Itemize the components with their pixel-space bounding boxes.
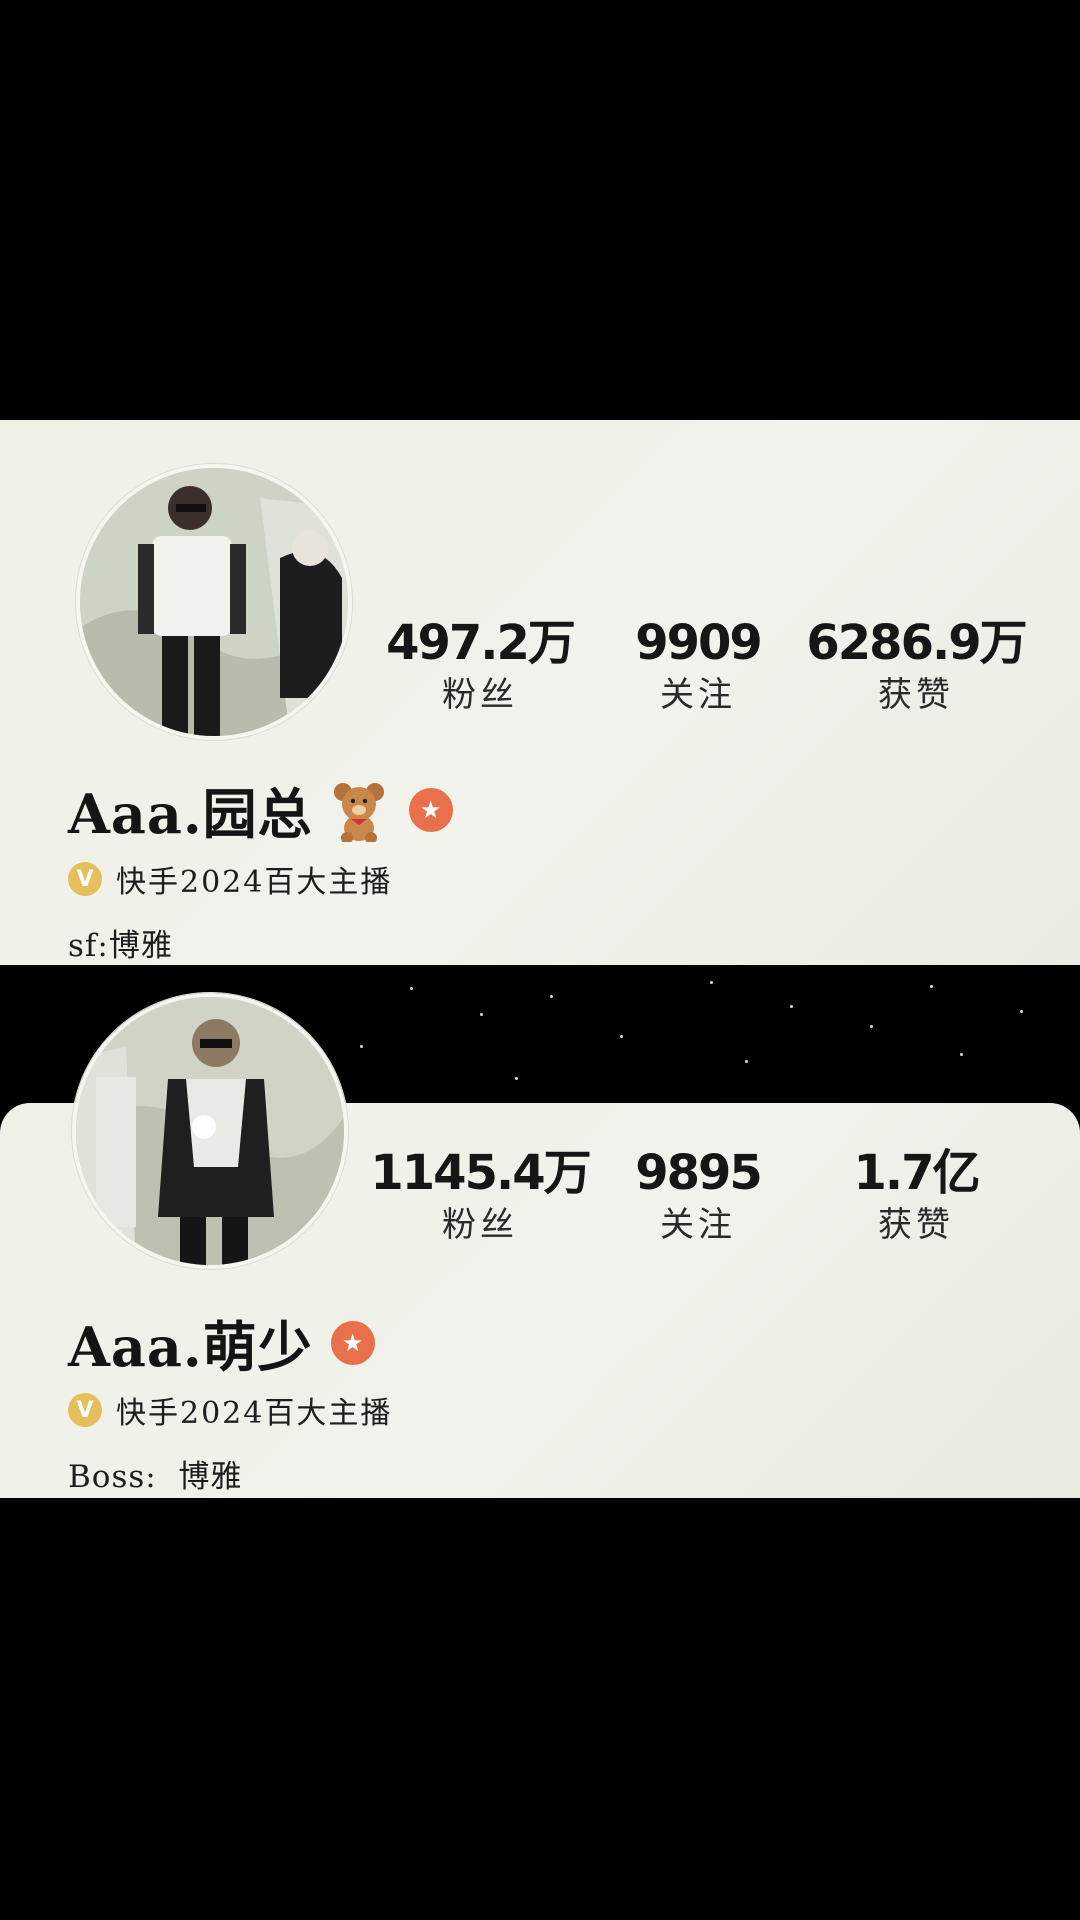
star-dot xyxy=(550,995,553,998)
followers-stat[interactable]: 497.2万 粉丝 xyxy=(370,615,590,719)
likes-count: 6286.9万 xyxy=(806,615,1027,671)
following-count: 9895 xyxy=(635,1145,763,1201)
followers-label: 粉丝 xyxy=(442,675,518,715)
profile-card-1: 497.2万 粉丝 9909 关注 6286.9万 获赞 Aaa.园总 ★ V … xyxy=(0,420,1080,965)
avatar-photo xyxy=(80,468,348,736)
verified-text: 快手2024百大主播 xyxy=(116,865,393,900)
verified-icon: V xyxy=(68,862,102,896)
star-dot xyxy=(790,1005,793,1008)
star-dot xyxy=(515,1077,518,1080)
star-dot xyxy=(960,1053,963,1056)
following-label: 关注 xyxy=(660,675,736,715)
star-dot xyxy=(710,981,713,984)
star-dot xyxy=(360,1045,363,1048)
star-dot xyxy=(745,1060,748,1063)
followers-count: 497.2万 xyxy=(386,615,576,671)
likes-label: 获赞 xyxy=(878,675,954,715)
following-count: 9909 xyxy=(635,615,763,671)
verified-icon: V xyxy=(68,1393,102,1427)
likes-label: 获赞 xyxy=(878,1205,954,1245)
followers-count: 1145.4万 xyxy=(370,1145,591,1201)
profile-name: Aaa.萌少 xyxy=(68,1315,313,1379)
star-dot xyxy=(870,1025,873,1028)
following-stat[interactable]: 9895 关注 xyxy=(588,1145,808,1249)
name-row: Aaa.萌少 ★ xyxy=(68,1303,375,1382)
name-row: Aaa.园总 ★ xyxy=(68,770,453,849)
followers-stat[interactable]: 1145.4万 粉丝 xyxy=(370,1145,591,1249)
avatar-photo xyxy=(76,997,344,1265)
bio: sf:博雅 xyxy=(68,928,173,964)
star-dot xyxy=(620,1035,623,1038)
avatar[interactable] xyxy=(76,464,352,740)
likes-stat[interactable]: 6286.9万 获赞 xyxy=(806,615,1027,719)
following-label: 关注 xyxy=(660,1205,736,1245)
profile-name: Aaa.园总 xyxy=(68,782,313,846)
followers-label: 粉丝 xyxy=(442,1205,518,1245)
likes-count: 1.7亿 xyxy=(853,1145,980,1201)
avatar[interactable] xyxy=(72,993,348,1269)
verified-text: 快手2024百大主播 xyxy=(116,1396,393,1431)
verified-row: V 快手2024百大主播 xyxy=(68,1388,392,1432)
following-stat[interactable]: 9909 关注 xyxy=(588,615,808,719)
star-dot xyxy=(480,1013,483,1016)
star-dot xyxy=(410,987,413,990)
verified-row: V 快手2024百大主播 xyxy=(68,857,392,901)
teddy-bear-icon xyxy=(333,782,384,842)
star-badge-icon[interactable]: ★ xyxy=(408,787,453,832)
likes-stat[interactable]: 1.7亿 获赞 xyxy=(806,1145,1026,1249)
star-dot xyxy=(1020,1010,1023,1013)
star-dot xyxy=(930,985,933,988)
star-badge-icon[interactable]: ★ xyxy=(330,1320,375,1365)
profile-card-2: 1145.4万 粉丝 9895 关注 1.7亿 获赞 Aaa.萌少 ★ V 快手… xyxy=(0,993,1080,1498)
bio: Boss: 博雅 xyxy=(68,1459,243,1495)
screenshot-frame: 497.2万 粉丝 9909 关注 6286.9万 获赞 Aaa.园总 ★ V … xyxy=(0,0,1080,1920)
